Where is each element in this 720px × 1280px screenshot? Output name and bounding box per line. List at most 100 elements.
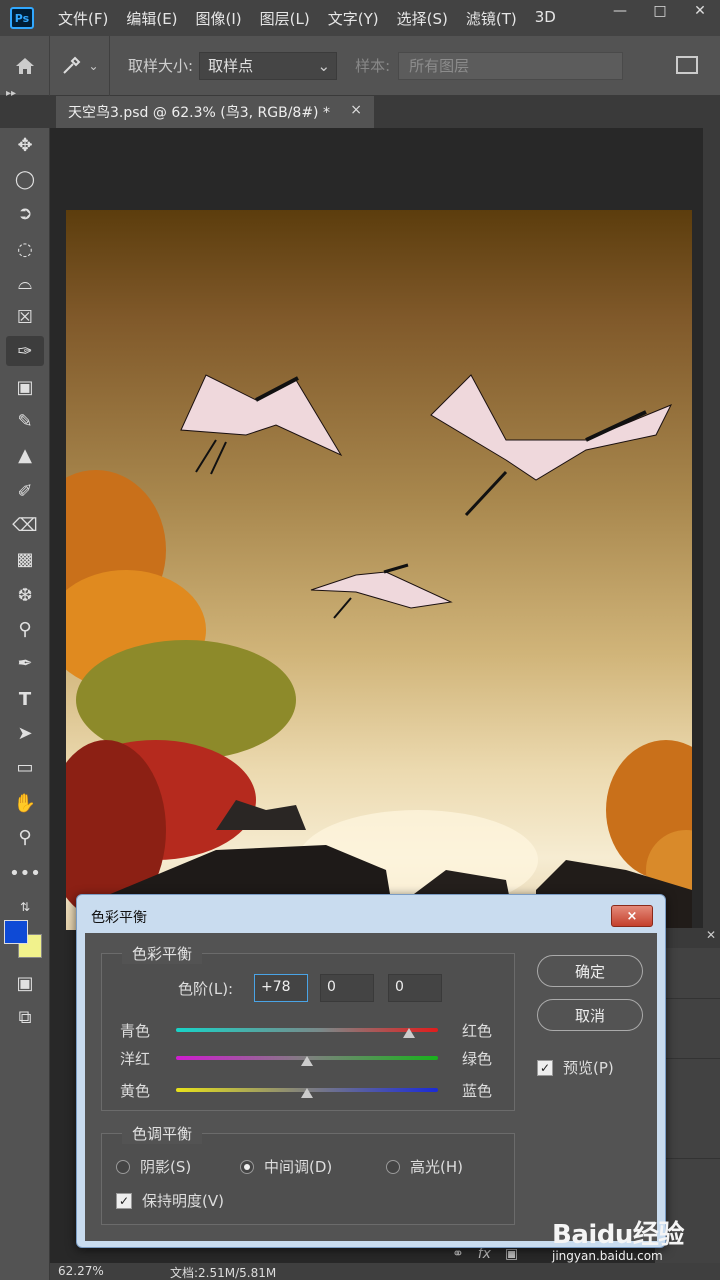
maximize-icon[interactable]: □ — [640, 0, 680, 22]
tone-balance-group-title: 色调平衡 — [122, 1123, 203, 1144]
close-tab-icon[interactable]: × — [350, 102, 362, 118]
cyan-red-slider[interactable] — [176, 1028, 438, 1032]
crop-tool-icon[interactable]: ⌓ — [6, 268, 44, 298]
canvas-scrollbar[interactable] — [703, 128, 720, 928]
link-layers-icon[interactable]: ⚭ — [452, 1246, 464, 1262]
blur-tool-icon[interactable]: ❆ — [6, 580, 44, 610]
eraser-tool-icon[interactable]: ⌫ — [6, 510, 44, 540]
frame-tool-icon[interactable]: ☒ — [6, 302, 44, 332]
artwork-scene — [66, 374, 692, 930]
menu-filter[interactable]: 滤镜(T) — [466, 8, 517, 29]
brush-tool-icon[interactable]: ✎ — [6, 406, 44, 436]
dialog-title: 色彩平衡 — [91, 910, 147, 926]
menu-select[interactable]: 选择(S) — [397, 8, 448, 29]
screen-mode-icon[interactable]: ⧉ — [6, 1002, 44, 1032]
levels-label: 色阶(L): — [178, 980, 234, 998]
magenta-green-slider-thumb[interactable] — [301, 1056, 313, 1066]
level-magenta-green-input[interactable]: 0 — [320, 974, 374, 1002]
color-balance-dialog: 色彩平衡 × 色彩平衡 色阶(L): +78 0 0 青色 红色 洋红 绿色 黄… — [76, 894, 666, 1248]
cyan-label: 青色 — [120, 1022, 151, 1040]
panel-toggle-icon[interactable] — [676, 56, 698, 74]
stamp-tool-icon[interactable]: ▲ — [6, 440, 44, 470]
history-brush-tool-icon[interactable]: ✐ — [6, 476, 44, 506]
layer-style-icon[interactable]: fx — [478, 1246, 491, 1262]
menu-file[interactable]: 文件(F) — [58, 8, 108, 29]
shadows-radio[interactable]: 阴影(S) — [116, 1156, 191, 1177]
document-size: 文档:2.51M/5.81M — [170, 1266, 277, 1280]
cancel-button[interactable]: 取消 — [537, 999, 643, 1031]
menu-layer[interactable]: 图层(L) — [260, 8, 310, 29]
level-yellow-blue-input[interactable]: 0 — [388, 974, 442, 1002]
preview-checkbox[interactable]: ✓ 预览(P) — [537, 1057, 614, 1078]
minimize-icon[interactable]: — — [600, 0, 640, 22]
tools-panel: ✥ ◯ ➲ ◌ ⌓ ☒ ✑ ▣ ✎ ▲ ✐ ⌫ ▩ ❆ ⚲ ✒ T ➤ ▭ ✋ … — [0, 128, 50, 1280]
crane-bird-1 — [180, 374, 343, 475]
zoom-tool-icon[interactable]: ⚲ — [6, 822, 44, 852]
status-bar: 62.27% 文档:2.51M/5.81M — [50, 1263, 720, 1280]
hand-tool-icon[interactable]: ✋ — [6, 788, 44, 818]
ps-logo-icon: Ps — [10, 7, 34, 29]
yellow-label: 黄色 — [120, 1082, 151, 1100]
cyan-red-slider-thumb[interactable] — [403, 1028, 416, 1038]
radio-button-icon — [386, 1159, 400, 1174]
sample-size-select[interactable]: 取样点 ⌄ — [199, 51, 338, 80]
collapse-panel-icon[interactable]: ▸▸ — [6, 88, 16, 99]
menu-3d[interactable]: 3D — [535, 8, 556, 29]
color-balance-group-title: 色彩平衡 — [122, 943, 203, 964]
menu-items: 文件(F) 编辑(E) 图像(I) 图层(L) 文字(Y) 选择(S) 滤镜(T… — [58, 8, 574, 29]
highlights-radio[interactable]: 高光(H) — [386, 1156, 463, 1177]
gradient-tool-icon[interactable]: ▩ — [6, 544, 44, 574]
crane-bird-3 — [310, 563, 453, 619]
eyedropper-tool-icon[interactable]: ✑ — [6, 336, 44, 366]
spot-healing-tool-icon[interactable]: ▣ — [6, 372, 44, 402]
sample-size-value: 取样点 — [208, 57, 254, 75]
window-controls: — □ ✕ — [600, 0, 720, 22]
foreground-color-swatch[interactable] — [4, 920, 28, 944]
document-canvas[interactable] — [66, 210, 692, 930]
marquee-tool-icon[interactable]: ◯ — [6, 164, 44, 194]
watermark-url: jingyan.baidu.com — [552, 1249, 663, 1263]
dialog-body: 色彩平衡 色阶(L): +78 0 0 青色 红色 洋红 绿色 黄色 蓝色 色调 — [85, 933, 657, 1241]
dodge-tool-icon[interactable]: ⚲ — [6, 614, 44, 644]
tool-preset-picker[interactable]: ⌄ — [50, 35, 110, 96]
shadows-label: 阴影(S) — [140, 1158, 192, 1176]
pen-tool-icon[interactable]: ✒ — [6, 648, 44, 678]
close-window-icon[interactable]: ✕ — [680, 0, 720, 22]
more-tools-icon[interactable]: ••• — [6, 858, 44, 888]
watermark-logo: Baidu经验 — [552, 1220, 684, 1250]
midtones-radio[interactable]: 中间调(D) — [240, 1156, 332, 1177]
type-tool-icon[interactable]: T — [6, 684, 44, 714]
swap-colors-icon[interactable]: ⇅ — [6, 892, 44, 922]
checkmark-icon: ✓ — [116, 1192, 132, 1209]
sample-layers-select[interactable]: 所有图层 — [398, 51, 624, 80]
blue-label: 蓝色 — [462, 1082, 493, 1100]
preserve-luminosity-label: 保持明度(V) — [142, 1192, 224, 1210]
green-label: 绿色 — [462, 1050, 493, 1068]
menu-edit[interactable]: 编辑(E) — [126, 8, 177, 29]
quick-mask-icon[interactable]: ▣ — [6, 968, 44, 998]
chevron-down-icon: ⌄ — [88, 58, 99, 73]
menu-bar: Ps 文件(F) 编辑(E) 图像(I) 图层(L) 文字(Y) 选择(S) 滤… — [0, 0, 720, 36]
baidu-watermark: Baidu经验 jingyan.baidu.com — [552, 1214, 712, 1263]
menu-image[interactable]: 图像(I) — [196, 8, 242, 29]
quick-select-tool-icon[interactable]: ◌ — [6, 234, 44, 264]
yellow-blue-slider-thumb[interactable] — [301, 1088, 313, 1098]
layer-mask-icon[interactable]: ▣ — [505, 1246, 518, 1262]
preserve-luminosity-checkbox[interactable]: ✓ 保持明度(V) — [116, 1190, 224, 1211]
rectangle-tool-icon[interactable]: ▭ — [6, 752, 44, 782]
dialog-close-button[interactable]: × — [611, 905, 653, 927]
path-select-tool-icon[interactable]: ➤ — [6, 718, 44, 748]
preview-label: 预览(P) — [563, 1059, 614, 1077]
document-tab[interactable]: 天空鸟3.psd @ 62.3% (鸟3, RGB/8#) * × — [56, 96, 374, 128]
checkmark-icon: ✓ — [537, 1059, 553, 1076]
zoom-level[interactable]: 62.27% — [58, 1264, 104, 1278]
radio-button-selected-icon — [240, 1159, 254, 1174]
level-cyan-red-input[interactable]: +78 — [254, 974, 308, 1002]
menu-type[interactable]: 文字(Y) — [328, 8, 379, 29]
magenta-label: 洋红 — [120, 1050, 151, 1068]
sample-label: 样本: — [355, 57, 391, 75]
lasso-tool-icon[interactable]: ➲ — [6, 198, 44, 228]
home-button[interactable] — [0, 35, 50, 96]
move-tool-icon[interactable]: ✥ — [6, 130, 44, 160]
ok-button[interactable]: 确定 — [537, 955, 643, 987]
